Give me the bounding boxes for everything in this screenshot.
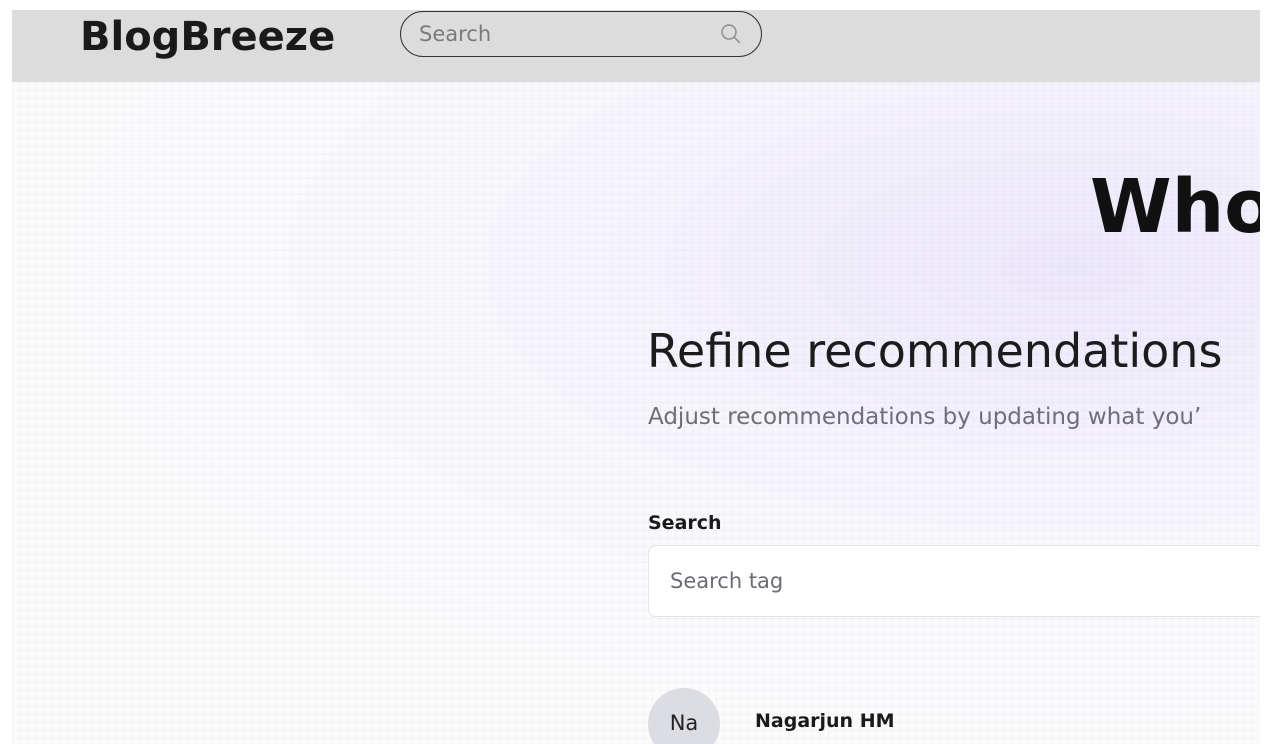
app-window: BlogBreeze Who Refine recommendations Ad…	[12, 10, 1260, 744]
top-navigation-bar: BlogBreeze	[12, 10, 1260, 82]
user-list-item[interactable]: Na Nagarjun HM	[648, 688, 1260, 744]
header-search-input[interactable]	[419, 20, 699, 48]
refine-recommendations-subtitle: Adjust recommendations by updating what …	[648, 404, 1202, 430]
user-name[interactable]: Nagarjun HM	[755, 708, 895, 734]
header-search-box[interactable]	[400, 11, 762, 57]
page-title: Who	[1090, 164, 1260, 250]
tag-search-label: Search	[648, 512, 722, 534]
search-icon[interactable]	[719, 22, 743, 46]
avatar-initials: Na	[669, 711, 699, 735]
tag-search-input[interactable]	[648, 545, 1260, 617]
refine-recommendations-heading: Refine recommendations	[647, 324, 1223, 378]
brand-logo[interactable]: BlogBreeze	[80, 10, 335, 64]
page: BlogBreeze Who Refine recommendations Ad…	[0, 0, 1270, 744]
avatar[interactable]: Na	[648, 688, 720, 744]
